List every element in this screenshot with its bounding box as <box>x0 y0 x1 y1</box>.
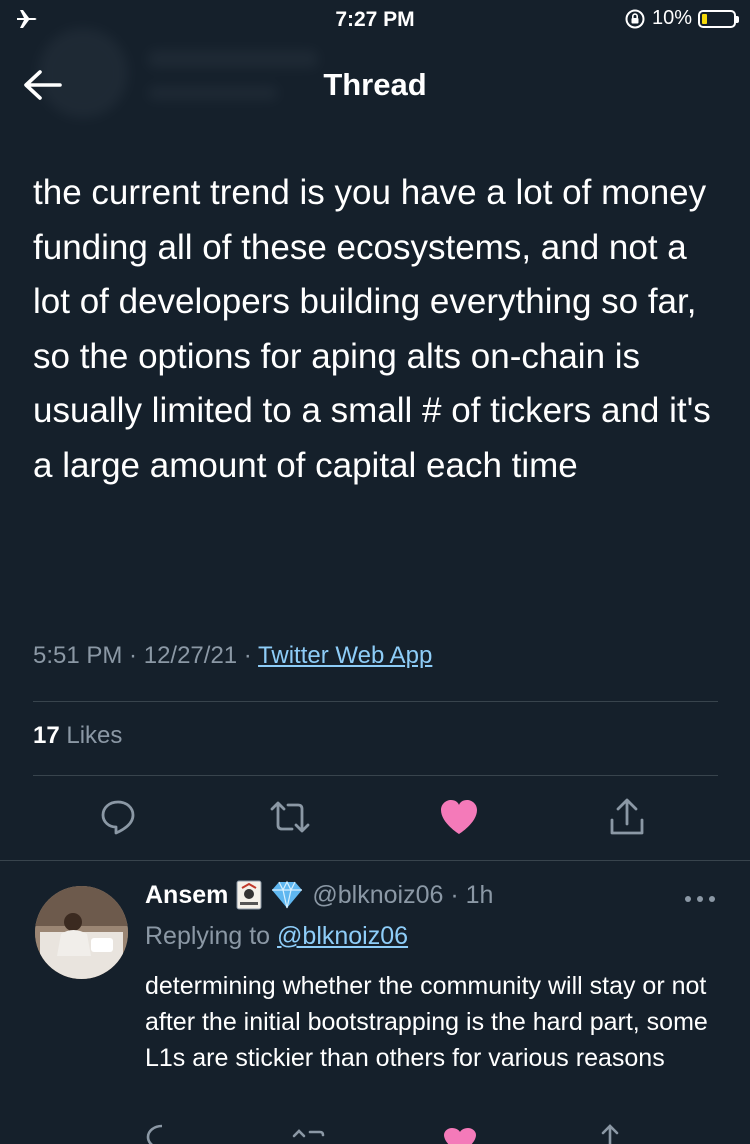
retweet-button[interactable] <box>268 795 312 839</box>
replying-prefix: Replying to <box>145 922 278 950</box>
status-right: 10% <box>624 7 739 30</box>
like-button[interactable] <box>437 795 481 839</box>
divider <box>33 701 718 702</box>
orientation-lock-icon <box>625 9 645 28</box>
like-icon[interactable] <box>442 1126 478 1144</box>
battery-icon <box>698 9 739 28</box>
reply-icon[interactable] <box>145 1124 179 1144</box>
divider <box>33 775 718 776</box>
likes-count: 17 <box>33 722 60 749</box>
reply-icon <box>101 800 135 835</box>
like-icon <box>441 800 477 834</box>
more-icon[interactable] <box>680 886 720 912</box>
retweet-icon <box>270 801 310 833</box>
divider <box>0 860 750 861</box>
diamond-icon <box>272 880 303 909</box>
tweet-text: the current trend is you have a lot of m… <box>33 173 711 485</box>
reply-button[interactable] <box>96 795 140 839</box>
reply-handle-time: @blknoiz06 · 1h <box>312 880 494 909</box>
joker-card-icon <box>236 880 262 910</box>
reply-author-name[interactable]: Ansem <box>145 881 228 910</box>
avatar[interactable] <box>35 886 128 979</box>
tweet-time: 5:51 PM <box>33 642 123 669</box>
likes-label: Likes <box>66 722 123 749</box>
meta-separator: · <box>122 642 144 669</box>
meta-separator: · <box>237 642 259 669</box>
tweet-source-link[interactable]: Twitter Web App <box>258 642 432 669</box>
page-title: Thread <box>323 67 427 102</box>
share-icon[interactable] <box>597 1124 623 1144</box>
reply-text: determining whether the community will s… <box>145 972 708 1072</box>
battery-percent: 10% <box>651 7 692 29</box>
reply-header: Ansem @blknoiz06 · 1h <box>145 880 493 910</box>
replying-to: Replying to @blknoiz06 <box>145 922 408 951</box>
tweet-date: 12/27/21 <box>143 642 238 669</box>
share-icon <box>610 798 644 835</box>
likes-count-link[interactable]: 17 Likes <box>33 722 122 750</box>
tweet-meta: 5:51 PM · 12/27/21 · Twitter Web App <box>33 642 432 670</box>
reply-actions-partial <box>0 1122 750 1144</box>
replying-to-link[interactable]: @blknoiz06 <box>277 922 408 950</box>
nav-bar: Thread <box>0 55 750 115</box>
tweet-actions <box>0 795 750 845</box>
retweet-icon[interactable] <box>290 1126 330 1144</box>
share-button[interactable] <box>605 795 649 839</box>
